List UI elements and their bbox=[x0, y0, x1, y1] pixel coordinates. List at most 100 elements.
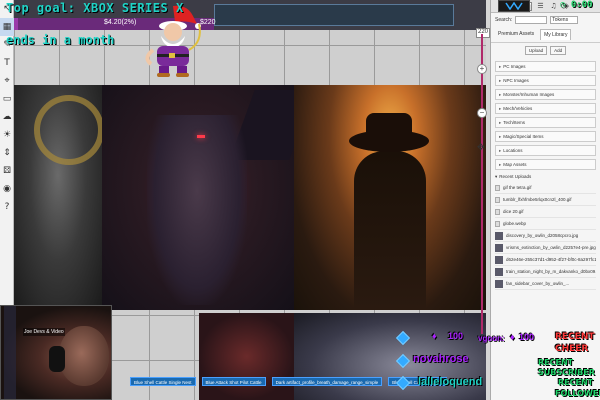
goal-ends: ends in a month bbox=[6, 33, 115, 47]
map-image-statue[interactable] bbox=[14, 85, 102, 310]
chevron-right-icon: ▸ bbox=[499, 105, 502, 111]
library-folder[interactable]: ▸ Locations bbox=[495, 145, 596, 156]
add-button[interactable]: Add bbox=[550, 46, 567, 55]
measure-tool[interactable]: ⇕ bbox=[0, 144, 14, 162]
library-folder[interactable]: ▸ Magic/Special Items bbox=[495, 131, 596, 142]
tab-premium-assets[interactable]: Premium Assets bbox=[495, 29, 537, 40]
recent-uploads-label: Recent Uploads bbox=[499, 174, 532, 179]
measure-tool-icon: ⇕ bbox=[3, 148, 11, 158]
goon-label: vgoon: bbox=[478, 334, 505, 343]
goal-title: Top goal: XBOX SERIES X bbox=[6, 1, 184, 15]
search-row: Search: Tokens bbox=[491, 13, 600, 27]
token-chip[interactable]: Blue Shell Cattle Single Nest bbox=[130, 377, 196, 386]
dice-tool-icon: ⚄ bbox=[3, 166, 11, 176]
folder-label: Monster/Inhuman Images bbox=[503, 91, 555, 97]
file-icon bbox=[495, 196, 500, 203]
token-tool-icon: ◉ bbox=[3, 184, 11, 194]
library-file[interactable]: d62e46e-255c37d1-d952-4f27-bf0c-8a297fc1… bbox=[495, 254, 596, 266]
file-icon bbox=[495, 184, 500, 191]
image-thumbnail bbox=[495, 267, 503, 276]
file-icon bbox=[495, 208, 500, 215]
recent-uploads-header[interactable]: ▾ Recent Uploads bbox=[495, 174, 596, 180]
zoom-out-button[interactable]: − bbox=[477, 108, 487, 118]
folder-list: ▸ PC Images ▸ NPC Images ▸ Monster/Inhuman Im… bbox=[491, 61, 600, 170]
library-folder[interactable]: ▸ Mech/Vehicles bbox=[495, 103, 596, 114]
folder-label: Tech/Items bbox=[503, 119, 526, 125]
file-name: gif the tetra.gif bbox=[503, 184, 532, 190]
token-chip[interactable]: Blue Attack Shot Pilot Cattle bbox=[201, 377, 266, 386]
text-tool[interactable]: T bbox=[0, 54, 14, 72]
recent-cheer-value: CHEER bbox=[555, 344, 589, 354]
webcam-side-strip bbox=[4, 306, 16, 399]
fog-tool-icon: ☁ bbox=[2, 112, 12, 122]
fog-tool[interactable]: ☁ bbox=[0, 108, 14, 126]
light-tool[interactable]: ☀ bbox=[0, 126, 14, 144]
library-file[interactable]: tumblr_lfxhfmbe5rlqx0cn2l_400.gif bbox=[495, 194, 596, 206]
cheer-gem-icon: ♦ bbox=[432, 331, 437, 341]
library-folder[interactable]: ▸ PC Images bbox=[495, 61, 596, 72]
library-file[interactable]: train_station_night_by_m_dakvanko_d0bx09… bbox=[495, 266, 596, 278]
chevron-right-icon: ▸ bbox=[499, 147, 502, 153]
library-file[interactable]: discovery_by_owlin_d2058cpcro.jpg bbox=[495, 230, 596, 242]
chevron-right-icon: ▸ bbox=[499, 91, 502, 97]
map-image-demon[interactable] bbox=[102, 85, 294, 310]
light-tool-icon: ☀ bbox=[2, 130, 12, 140]
file-name: train_station_night_by_m_dakvanko_d0bx09… bbox=[506, 268, 596, 274]
jukebox-tab-icon[interactable]: ♫ bbox=[549, 2, 558, 11]
folder-label: PC Images bbox=[503, 63, 526, 69]
dice-tool[interactable]: ⚄ bbox=[0, 162, 14, 180]
folder-label: NPC Images bbox=[503, 77, 529, 83]
alert-name-2: lalleloquend bbox=[418, 376, 483, 388]
search-label: Search: bbox=[495, 17, 513, 23]
zoom-track[interactable] bbox=[481, 34, 483, 334]
pan-icon[interactable]: ✥ bbox=[477, 142, 485, 153]
recent-follower-value: FOLLOWER bbox=[555, 389, 600, 398]
library-folder[interactable]: ▸ Tech/Items bbox=[495, 117, 596, 128]
library-folder[interactable]: ▸ NPC Images bbox=[495, 75, 596, 86]
recent-sub-value: SUBSCRIBER bbox=[538, 368, 595, 377]
help-tool-icon: ? bbox=[4, 202, 10, 212]
map-image-hat-figure[interactable] bbox=[294, 85, 486, 310]
overlay-banner-frame bbox=[214, 4, 454, 26]
library-file[interactable]: dice 20.gif bbox=[495, 206, 596, 218]
chevron-down-icon: ▾ bbox=[495, 174, 498, 179]
webcam-caption: Joe Devs & Video bbox=[23, 328, 65, 336]
library-file[interactable]: gif the tetra.gif bbox=[495, 182, 596, 194]
library-folder[interactable]: ▸ Map Assets bbox=[495, 159, 596, 170]
headphones-icon bbox=[49, 346, 65, 372]
chevron-right-icon: ▸ bbox=[499, 133, 502, 139]
filter-select[interactable]: Tokens bbox=[550, 16, 579, 24]
shape-tool[interactable]: ▭ bbox=[0, 90, 14, 108]
map-tool-icon: ▦ bbox=[2, 22, 12, 32]
journal-tab-icon[interactable]: ☰ bbox=[536, 2, 545, 11]
file-name: discovery_by_owlin_d2058cpcro.jpg bbox=[506, 232, 579, 238]
brand-badge bbox=[498, 0, 530, 12]
file-name: d62e46e-255c37d1-d952-4f27-bf0c-8a297fc1… bbox=[506, 256, 596, 262]
goal-amount: $4.20(2%) bbox=[104, 19, 137, 26]
library-file[interactable]: fan_sidebar_cover_by_owlin_... bbox=[495, 278, 596, 290]
upload-button[interactable]: Upload bbox=[524, 46, 548, 55]
folder-label: Mech/Vehicles bbox=[503, 105, 533, 111]
help-tool[interactable]: ? bbox=[0, 198, 14, 216]
cheer-amount-1: 100 bbox=[448, 331, 464, 341]
library-tabs: Premium Assets My Library bbox=[491, 27, 600, 43]
token-tool[interactable]: ◉ bbox=[0, 180, 14, 198]
folder-label: Map Assets bbox=[503, 161, 527, 167]
file-name: tumblr_lfxhfmbe5rlqx0cn2l_400.gif bbox=[503, 196, 572, 202]
image-thumbnail bbox=[495, 255, 503, 264]
library-file[interactable]: vrisms_extinction_by_owlin_d2257e4-pre.j… bbox=[495, 242, 596, 254]
zoom-level: 220 bbox=[476, 28, 490, 38]
recent-sub-label: RECENT bbox=[538, 358, 574, 367]
search-input[interactable] bbox=[515, 16, 548, 24]
ping-tool[interactable]: ⌖ bbox=[0, 72, 14, 90]
chevron-right-icon: ▸ bbox=[499, 77, 502, 83]
brand-logo-icon bbox=[505, 2, 523, 10]
zoom-in-button[interactable]: + bbox=[477, 64, 487, 74]
tab-my-library[interactable]: My Library bbox=[540, 29, 572, 40]
file-name: vrisms_extinction_by_owlin_d2257e4-pre.j… bbox=[506, 244, 596, 250]
library-folder[interactable]: ▸ Monster/Inhuman Images bbox=[495, 89, 596, 100]
library-actions: Upload Add bbox=[491, 43, 600, 58]
token-chip[interactable]: Dark artifact_profile_breath_damage_rang… bbox=[271, 377, 383, 386]
library-file[interactable]: globe.webp bbox=[495, 218, 596, 230]
alert-name-1: novahrose bbox=[413, 353, 469, 365]
